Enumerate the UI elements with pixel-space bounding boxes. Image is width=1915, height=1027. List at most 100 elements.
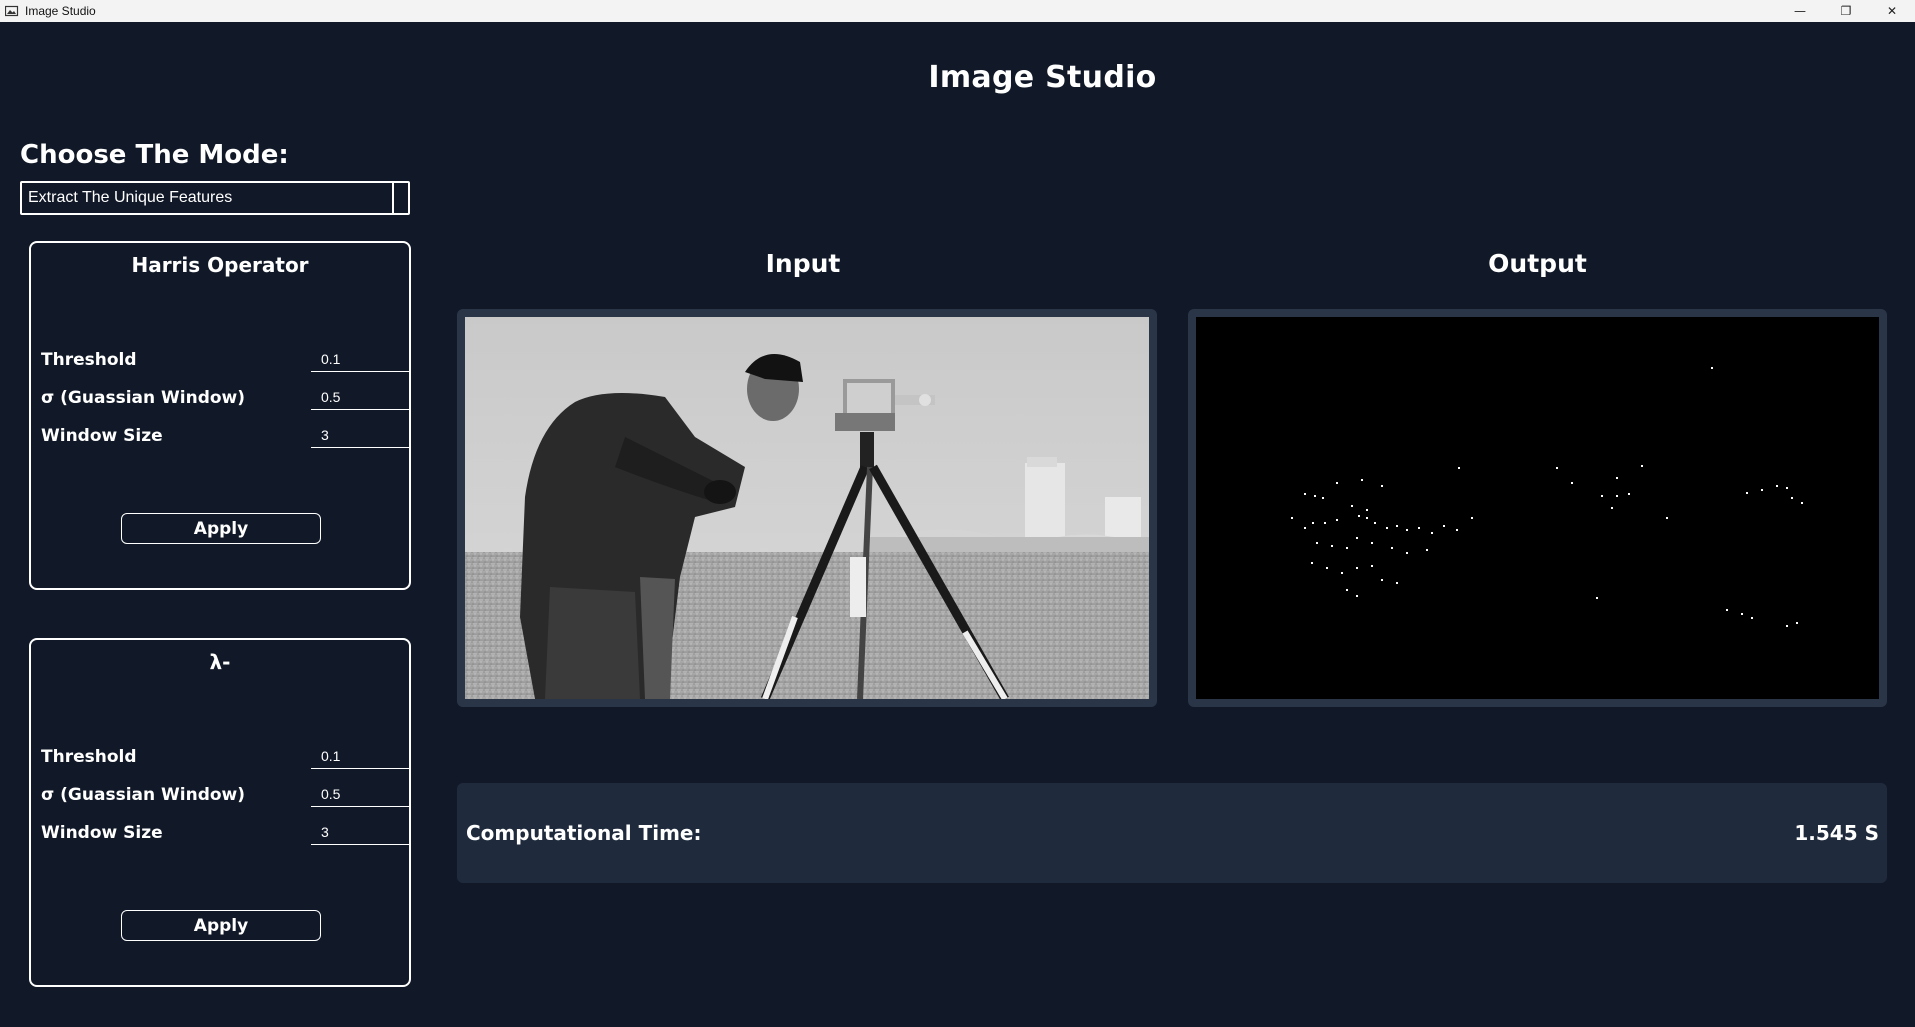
- corner-point: [1616, 495, 1618, 497]
- corner-point: [1381, 579, 1383, 581]
- corner-point: [1801, 502, 1803, 504]
- corner-point: [1456, 529, 1458, 531]
- corner-point: [1356, 537, 1358, 539]
- corner-point: [1406, 529, 1408, 531]
- threshold-row: Threshold 0.1: [41, 346, 411, 376]
- corner-point: [1346, 547, 1348, 549]
- corner-point: [1611, 507, 1613, 509]
- sigma-input[interactable]: 0.5: [311, 384, 411, 410]
- window-size-input[interactable]: 3: [311, 819, 411, 845]
- app-title-container: Image Studio: [0, 60, 1915, 95]
- threshold-label: Threshold: [41, 350, 137, 370]
- corner-point: [1371, 565, 1373, 567]
- corner-point: [1316, 542, 1318, 544]
- corner-point: [1666, 517, 1668, 519]
- corner-point: [1374, 522, 1376, 524]
- corner-point: [1351, 505, 1353, 507]
- corner-point: [1336, 519, 1338, 521]
- corner-point: [1396, 582, 1398, 584]
- window-titlebar: Image Studio — ❐ ✕: [0, 0, 1915, 22]
- corner-point: [1386, 527, 1388, 529]
- corner-point: [1322, 497, 1324, 499]
- corner-point: [1381, 485, 1383, 487]
- panel-title: λ-: [209, 650, 231, 674]
- corner-point: [1396, 525, 1398, 527]
- corner-point: [1356, 595, 1358, 597]
- corner-point: [1571, 482, 1573, 484]
- corner-point: [1341, 572, 1343, 574]
- harris-apply-button[interactable]: Apply: [121, 513, 321, 544]
- mode-label: Choose The Mode:: [20, 140, 289, 170]
- corner-point: [1601, 495, 1603, 497]
- corner-point: [1761, 489, 1763, 491]
- sigma-row: σ (Guassian Window) 0.5: [41, 384, 411, 414]
- corner-point: [1751, 617, 1753, 619]
- corner-point: [1776, 485, 1778, 487]
- app-title: Image Studio: [928, 60, 1157, 95]
- sigma-row: σ (Guassian Window) 0.5: [41, 781, 411, 811]
- corner-point: [1358, 515, 1360, 517]
- corner-point: [1711, 367, 1713, 369]
- restore-button[interactable]: ❐: [1823, 0, 1869, 22]
- computational-time-bar: Computational Time: 1.545 S: [457, 783, 1887, 883]
- corner-point: [1741, 613, 1743, 615]
- window-size-row: Window Size 3: [41, 819, 411, 849]
- lambda-panel: λ- Threshold 0.1 σ (Guassian Window) 0.5…: [29, 638, 411, 987]
- minimize-button[interactable]: —: [1777, 0, 1823, 22]
- corner-point: [1616, 477, 1618, 479]
- corner-point: [1641, 465, 1643, 467]
- input-title: Input: [765, 249, 841, 278]
- corner-point: [1418, 527, 1420, 529]
- sigma-label: σ (Guassian Window): [41, 785, 246, 805]
- corner-point: [1471, 517, 1473, 519]
- output-image: [1196, 317, 1879, 699]
- sigma-input[interactable]: 0.5: [311, 781, 411, 807]
- time-label: Computational Time:: [466, 821, 702, 845]
- window-controls: — ❐ ✕: [1777, 0, 1915, 22]
- output-image-frame: [1188, 309, 1887, 707]
- corner-point: [1726, 609, 1728, 611]
- corner-point: [1746, 492, 1748, 494]
- close-button[interactable]: ✕: [1869, 0, 1915, 22]
- corner-point: [1304, 527, 1306, 529]
- threshold-label: Threshold: [41, 747, 137, 767]
- corner-point: [1556, 467, 1558, 469]
- corner-point: [1786, 487, 1788, 489]
- corner-point: [1371, 542, 1373, 544]
- window-size-label: Window Size: [41, 823, 163, 843]
- corner-point: [1786, 625, 1788, 627]
- panel-title: Harris Operator: [131, 253, 309, 277]
- window-title: Image Studio: [25, 4, 96, 18]
- corner-point: [1796, 622, 1798, 624]
- corner-point: [1458, 467, 1460, 469]
- corner-point: [1324, 522, 1326, 524]
- corner-point: [1331, 545, 1333, 547]
- output-title: Output: [1488, 249, 1587, 278]
- corner-point: [1628, 493, 1630, 495]
- input-image-frame: [457, 309, 1157, 707]
- corner-point: [1391, 547, 1393, 549]
- corner-point: [1326, 567, 1328, 569]
- threshold-input[interactable]: 0.1: [311, 346, 411, 372]
- input-image: [465, 317, 1149, 699]
- corner-point: [1336, 482, 1338, 484]
- window-size-input[interactable]: 3: [311, 422, 411, 448]
- corner-point: [1426, 549, 1428, 551]
- corner-point: [1346, 589, 1348, 591]
- threshold-row: Threshold 0.1: [41, 743, 411, 773]
- dropdown-arrow-icon[interactable]: [392, 183, 408, 213]
- corner-points-overlay: [1291, 367, 1803, 627]
- corner-point: [1791, 497, 1793, 499]
- corner-point: [1314, 495, 1316, 497]
- sigma-label: σ (Guassian Window): [41, 388, 246, 408]
- corner-point: [1291, 517, 1293, 519]
- corner-point: [1304, 493, 1306, 495]
- lambda-apply-button[interactable]: Apply: [121, 910, 321, 941]
- corner-point: [1366, 517, 1368, 519]
- mode-dropdown[interactable]: Extract The Unique Features: [20, 181, 410, 215]
- threshold-input[interactable]: 0.1: [311, 743, 411, 769]
- corner-point: [1596, 597, 1598, 599]
- mode-dropdown-value: Extract The Unique Features: [28, 189, 233, 206]
- corner-point: [1312, 522, 1314, 524]
- corner-point: [1311, 562, 1313, 564]
